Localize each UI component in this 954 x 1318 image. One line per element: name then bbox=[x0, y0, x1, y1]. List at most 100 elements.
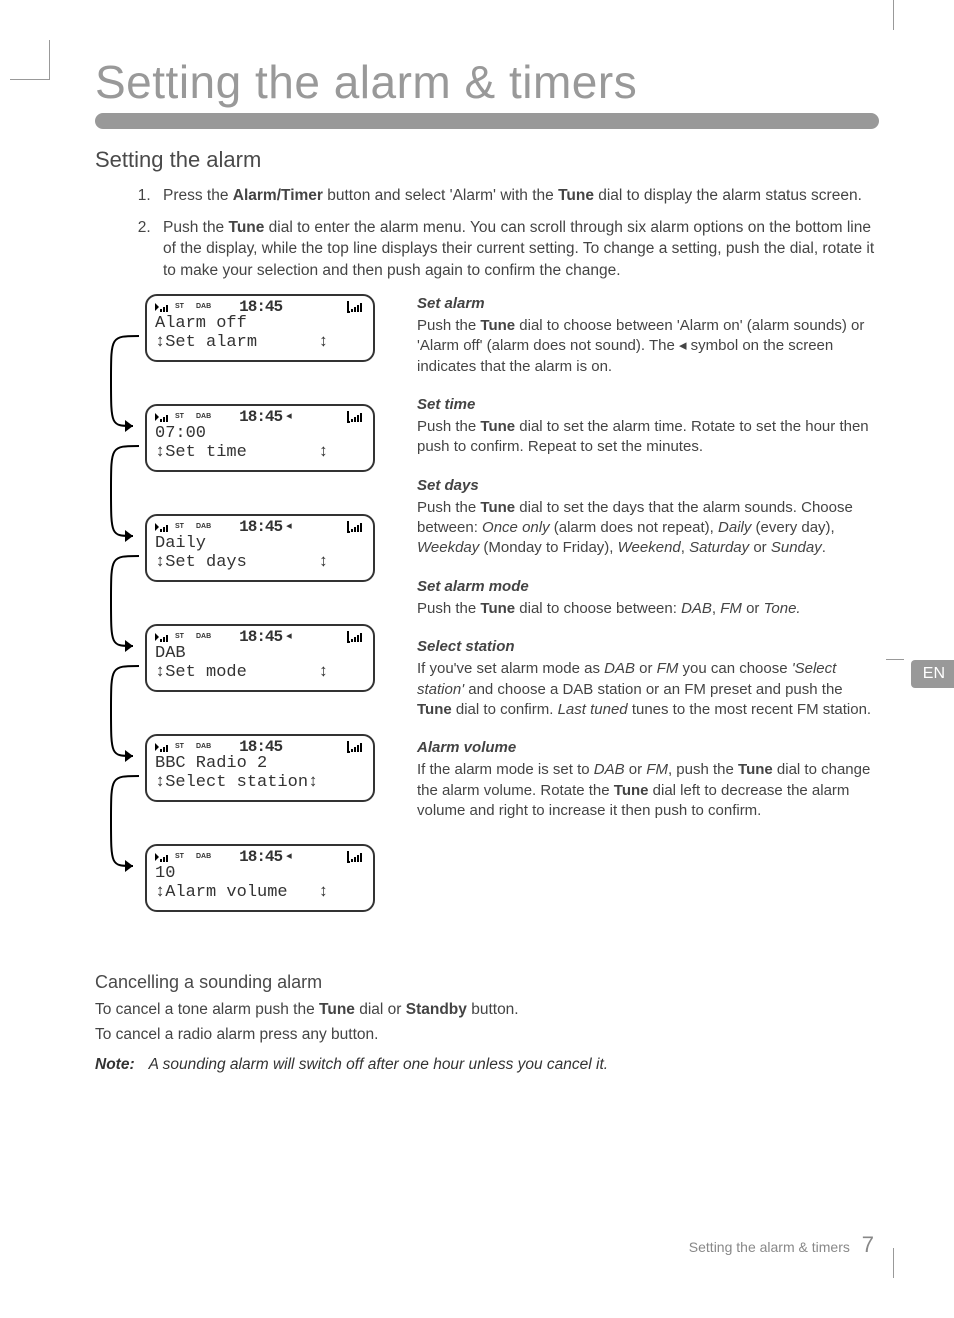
lcd-line-1: Alarm off bbox=[155, 314, 365, 334]
lcd-status-bar: STDAB18:45 bbox=[155, 740, 365, 754]
signal-right-icon bbox=[347, 411, 365, 423]
lcd-display: STDAB18:45◂DAB↕Set mode ↕ bbox=[145, 624, 375, 692]
signal-right-icon bbox=[347, 851, 365, 863]
lcd-display: ST DAB 18:45 ◂ 07:00↕Set time ↕ bbox=[145, 404, 375, 472]
lcd-display: STDAB18:45◂Daily↕Set days ↕ bbox=[145, 514, 375, 582]
alarm-on-icon: ◂ bbox=[286, 631, 292, 642]
cancelling-p2: To cancel a radio alarm press any button… bbox=[95, 1024, 879, 1046]
lcd-status-bar: STDAB18:45◂ bbox=[155, 520, 365, 534]
signal-left-icon bbox=[155, 851, 169, 863]
lcd-screen-6: STDAB18:45◂10↕Alarm volume ↕ bbox=[105, 844, 385, 912]
lcd-clock: 18:45 bbox=[239, 518, 282, 536]
crop-mark bbox=[893, 1248, 894, 1278]
signal-left-icon bbox=[155, 301, 169, 313]
description-heading: Set alarm mode bbox=[417, 577, 879, 597]
lcd-display: STDAB18:45Alarm off↕Set alarm ↕ bbox=[145, 294, 375, 362]
page-title: Setting the alarm & timers bbox=[95, 55, 879, 109]
lcd-status-bar: ST DAB 18:45 ◂ bbox=[155, 410, 365, 424]
footer-text: Setting the alarm & timers bbox=[689, 1239, 850, 1255]
lcd-screen-4: STDAB18:45◂DAB↕Set mode ↕ bbox=[105, 624, 385, 692]
cancelling-p1: To cancel a tone alarm push the Tune dia… bbox=[95, 999, 879, 1021]
stereo-indicator: ST bbox=[175, 853, 184, 860]
lcd-screen-2: ST DAB 18:45 ◂ 07:00↕Set time ↕ bbox=[105, 404, 385, 472]
signal-right-icon bbox=[347, 521, 365, 533]
lcd-clock: 18:45 bbox=[239, 628, 282, 646]
lcd-line-2: ↕Set alarm ↕ bbox=[155, 333, 365, 353]
dab-indicator: DAB bbox=[196, 413, 211, 420]
language-tab: EN bbox=[911, 660, 954, 688]
stereo-indicator: ST bbox=[175, 743, 184, 750]
description-body: Push the Tune dial to set the days that … bbox=[417, 498, 879, 559]
dab-indicator: DAB bbox=[196, 303, 211, 310]
dab-indicator: DAB bbox=[196, 633, 211, 640]
lcd-status-bar: STDAB18:45 bbox=[155, 300, 365, 314]
lcd-screen-1: STDAB18:45Alarm off↕Set alarm ↕ bbox=[105, 294, 385, 362]
signal-left-icon bbox=[155, 631, 169, 643]
crop-mark bbox=[893, 0, 894, 30]
lcd-line-1: 07:00 bbox=[155, 424, 365, 444]
lcd-line-2: ↕Set days ↕ bbox=[155, 553, 365, 573]
stereo-indicator: ST bbox=[175, 413, 184, 420]
signal-left-icon bbox=[155, 741, 169, 753]
lcd-line-2: ↕Set mode ↕ bbox=[155, 663, 365, 683]
dab-indicator: DAB bbox=[196, 523, 211, 530]
lcd-line-1: 10 bbox=[155, 864, 365, 884]
descriptions-column: Set alarmPush the Tune dial to choose be… bbox=[417, 294, 879, 954]
description-heading: Alarm volume bbox=[417, 738, 879, 758]
signal-right-icon bbox=[347, 631, 365, 643]
cancelling-heading: Cancelling a sounding alarm bbox=[95, 972, 879, 993]
steps-list: Press the Alarm/Timer button and select … bbox=[95, 185, 879, 282]
columns: STDAB18:45Alarm off↕Set alarm ↕STDAB18:4… bbox=[95, 294, 879, 954]
lcd-line-2: ↕Select station↕ bbox=[155, 773, 365, 793]
description-block: Set alarm modePush the Tune dial to choo… bbox=[417, 577, 879, 620]
lcd-screen-5: STDAB18:45BBC Radio 2↕Select station↕ bbox=[105, 734, 385, 802]
note-text: A sounding alarm will switch off after o… bbox=[149, 1056, 609, 1074]
description-heading: Set days bbox=[417, 476, 879, 496]
description-block: Select stationIf you've set alarm mode a… bbox=[417, 637, 879, 720]
description-block: Set daysPush the Tune dial to set the da… bbox=[417, 476, 879, 559]
lcd-line-1: Daily bbox=[155, 534, 365, 554]
page-number: 7 bbox=[862, 1232, 874, 1257]
signal-left-icon bbox=[155, 411, 169, 423]
step-1: Press the Alarm/Timer button and select … bbox=[155, 185, 879, 207]
description-block: Set timePush the Tune dial to set the al… bbox=[417, 395, 879, 458]
description-body: Push the Tune dial to choose between: DA… bbox=[417, 599, 879, 619]
description-heading: Set time bbox=[417, 395, 879, 415]
lcd-line-2: ↕Set time ↕ bbox=[155, 443, 365, 463]
lcd-display: STDAB18:45◂10↕Alarm volume ↕ bbox=[145, 844, 375, 912]
note-row: Note: A sounding alarm will switch off a… bbox=[95, 1056, 879, 1074]
description-heading: Set alarm bbox=[417, 294, 879, 314]
note-label: Note: bbox=[95, 1056, 135, 1074]
description-body: If the alarm mode is set to DAB or FM, p… bbox=[417, 760, 879, 821]
lcd-line-1: DAB bbox=[155, 644, 365, 664]
signal-right-icon bbox=[347, 741, 365, 753]
page-footer: Setting the alarm & timers 7 bbox=[689, 1232, 874, 1258]
page: Setting the alarm & timers Setting the a… bbox=[0, 0, 954, 1318]
step-2: Push the Tune dial to enter the alarm me… bbox=[155, 217, 879, 282]
stereo-indicator: ST bbox=[175, 303, 184, 310]
lcd-line-2: ↕Alarm volume ↕ bbox=[155, 883, 365, 903]
description-body: If you've set alarm mode as DAB or FM yo… bbox=[417, 659, 879, 720]
title-underline bbox=[95, 113, 879, 129]
signal-left-icon bbox=[155, 521, 169, 533]
lcd-display: STDAB18:45BBC Radio 2↕Select station↕ bbox=[145, 734, 375, 802]
stereo-indicator: ST bbox=[175, 523, 184, 530]
stereo-indicator: ST bbox=[175, 633, 184, 640]
description-body: Push the Tune dial to choose between 'Al… bbox=[417, 316, 879, 377]
signal-right-icon bbox=[347, 301, 365, 313]
lcd-line-1: BBC Radio 2 bbox=[155, 754, 365, 774]
screens-column: STDAB18:45Alarm off↕Set alarm ↕STDAB18:4… bbox=[105, 294, 385, 954]
description-block: Set alarmPush the Tune dial to choose be… bbox=[417, 294, 879, 377]
lcd-status-bar: ST DAB 18:45 ◂ bbox=[155, 630, 365, 644]
dab-indicator: DAB bbox=[196, 743, 211, 750]
lcd-status-bar: STDAB18:45◂ bbox=[155, 850, 365, 864]
crop-mark bbox=[10, 40, 50, 80]
description-block: Alarm volumeIf the alarm mode is set to … bbox=[417, 738, 879, 821]
lcd-clock: 18:45 bbox=[239, 848, 282, 866]
description-body: Push the Tune dial to set the alarm time… bbox=[417, 417, 879, 458]
description-heading: Select station bbox=[417, 637, 879, 657]
crop-mark bbox=[886, 659, 904, 660]
section-heading: Setting the alarm bbox=[95, 147, 879, 173]
alarm-on-icon: ◂ bbox=[286, 411, 292, 422]
lcd-clock: 18:45 bbox=[239, 408, 282, 426]
